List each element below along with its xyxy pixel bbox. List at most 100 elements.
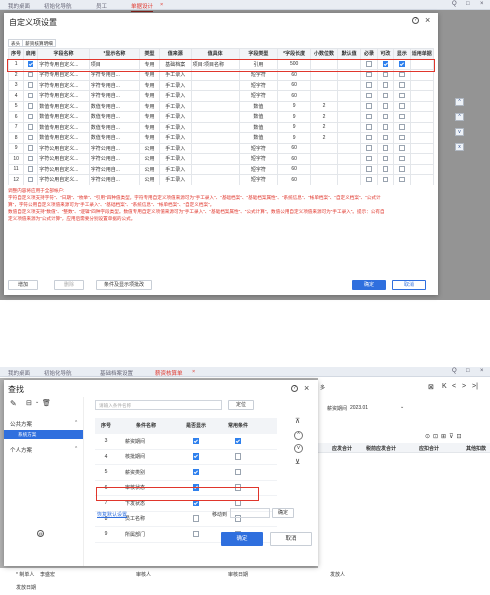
show-checkbox[interactable] — [192, 499, 200, 507]
source-cell[interactable]: 手工录入 — [159, 153, 192, 165]
detail-cell[interactable] — [190, 163, 240, 175]
move-confirm-button[interactable]: 确定 — [272, 508, 294, 518]
default-cell[interactable] — [336, 69, 362, 81]
enable-checkbox[interactable] — [27, 82, 34, 88]
condition-search[interactable]: 请输入条件名称 — [95, 400, 222, 410]
dropdown-icon[interactable]: ⌄ — [35, 399, 39, 405]
common-checkbox[interactable] — [234, 484, 242, 491]
apply-cell[interactable] — [409, 142, 434, 154]
edit-icon[interactable]: ✎ — [10, 399, 17, 408]
length-cell[interactable]: 60 — [277, 69, 312, 81]
default-cell[interactable] — [336, 111, 362, 123]
editable-checkbox[interactable] — [382, 166, 389, 172]
length-cell[interactable]: 9 — [277, 100, 312, 112]
decimal-cell[interactable] — [310, 153, 338, 165]
default-cell[interactable] — [336, 90, 362, 102]
help-icon[interactable]: ? — [412, 17, 419, 24]
display-name[interactable]: 字符公用自... — [88, 142, 141, 154]
restore-defaults-link[interactable]: 恢复默认设置 — [97, 511, 127, 518]
display-name[interactable]: 数值专用自... — [88, 111, 141, 123]
field-type-cell[interactable]: 数值 — [238, 132, 279, 144]
enable-checkbox[interactable] — [27, 134, 34, 141]
table-row[interactable]: 8 数值专用自定义... 数值专用自... 专用 手工录入 数值 9 2 — [8, 132, 434, 144]
detail-cell[interactable] — [190, 132, 240, 144]
show-checkbox[interactable] — [192, 468, 200, 476]
apply-cell[interactable] — [409, 100, 434, 112]
settings-icon[interactable]: @ — [37, 530, 44, 537]
common-checkbox[interactable] — [234, 499, 242, 507]
display-name[interactable]: 字符公用自... — [88, 153, 141, 165]
required-checkbox[interactable] — [366, 113, 372, 120]
pager-prev-icon[interactable]: K — [442, 383, 447, 390]
decimal-cell[interactable]: 2 — [310, 111, 338, 123]
length-cell[interactable]: 60 — [277, 142, 312, 154]
show-checkbox[interactable] — [399, 155, 405, 162]
display-name[interactable]: 字符专用自... — [88, 79, 141, 91]
tab-employee[interactable]: 员工 — [96, 2, 107, 10]
field-type-cell[interactable]: 短字符 — [238, 163, 279, 175]
move-down-icon[interactable]: v — [294, 444, 303, 453]
source-cell[interactable]: 手工录入 — [159, 79, 192, 91]
apply-cell[interactable] — [409, 163, 434, 175]
editable-checkbox[interactable] — [382, 134, 389, 141]
length-cell[interactable]: 60 — [277, 90, 312, 102]
show-checkbox[interactable] — [399, 124, 405, 130]
detail-cell[interactable] — [190, 79, 240, 91]
column-header[interactable]: 默认值 — [336, 48, 362, 60]
table-row[interactable]: 4 字符专用自定义... 字符专用自... 专用 手工录入 短字符 60 — [8, 90, 434, 102]
find-help-icon[interactable]: ? — [291, 385, 298, 392]
column-header[interactable]: *字段长度 — [277, 48, 312, 60]
source-cell[interactable]: 手工录入 — [159, 111, 192, 123]
move-to-input[interactable] — [230, 508, 270, 518]
field-type-cell[interactable]: 短字符 — [238, 90, 279, 102]
apply-cell[interactable] — [409, 58, 434, 70]
length-cell[interactable]: 500 — [277, 58, 312, 70]
period-value[interactable]: 2023.01 — [350, 405, 368, 411]
show-checkbox[interactable] — [399, 61, 405, 67]
required-checkbox[interactable] — [366, 145, 372, 151]
show-checkbox[interactable] — [192, 515, 200, 522]
save-icon[interactable]: ⊟ — [26, 399, 32, 407]
editable-checkbox[interactable] — [382, 176, 389, 183]
length-cell[interactable]: 9 — [277, 111, 312, 123]
required-checkbox[interactable] — [366, 176, 372, 183]
pager-back-icon[interactable]: < — [452, 383, 456, 390]
column-header[interactable]: *显示名称 — [88, 48, 141, 60]
common-checkbox[interactable] — [234, 468, 242, 476]
column-header[interactable]: 值具体 — [190, 48, 240, 60]
field-type-cell[interactable]: 短字符 — [238, 69, 279, 81]
detail-cell[interactable]: 项目:项目名称 — [190, 58, 240, 70]
apply-cell[interactable] — [409, 174, 434, 185]
move-bottom-icon[interactable]: ⊻ — [295, 458, 300, 466]
scroll-down-icon[interactable]: v — [455, 128, 464, 136]
tab-close-icon-2[interactable]: × — [192, 369, 195, 375]
field-type-cell[interactable]: 引用 — [238, 58, 279, 70]
apply-cell[interactable] — [409, 132, 434, 144]
enable-checkbox[interactable] — [27, 145, 34, 151]
detail-cell[interactable] — [190, 121, 240, 133]
field-type-cell[interactable]: 数值 — [238, 121, 279, 133]
length-cell[interactable]: 9 — [277, 121, 312, 133]
column-header[interactable]: 显示 — [393, 48, 411, 60]
default-cell[interactable] — [336, 79, 362, 91]
tab-my-desktop[interactable]: 我的桌面 — [8, 2, 30, 10]
decimal-cell[interactable] — [310, 79, 338, 91]
table-row[interactable]: 2 字符专用自定义... 字符专用自... 专用 手工录入 短字符 60 — [8, 69, 434, 81]
default-cell[interactable] — [336, 58, 362, 70]
source-cell[interactable]: 基础档案 — [159, 58, 192, 70]
display-name[interactable]: 字符公用自... — [88, 163, 141, 175]
decimal-cell[interactable] — [310, 142, 338, 154]
table-row[interactable]: 5 数值专用自定义... 数值专用自... 专用 手工录入 数值 9 2 — [8, 100, 434, 112]
show-checkbox[interactable] — [399, 176, 405, 183]
column-header[interactable]: 必录 — [360, 48, 378, 60]
default-cell[interactable] — [336, 174, 362, 185]
close-icon[interactable]: × — [480, 1, 484, 7]
column-header[interactable]: 字段类型 — [238, 48, 279, 60]
public-plans[interactable]: 公共方案 — [10, 420, 32, 428]
decimal-cell[interactable] — [310, 58, 338, 70]
field-type-cell[interactable]: 短字符 — [238, 153, 279, 165]
delete-button[interactable]: 删除 — [54, 280, 84, 290]
search-icon[interactable]: Q — [452, 1, 457, 7]
column-header[interactable]: 字段名称 — [37, 48, 90, 60]
column-header[interactable]: 适用单据 — [409, 48, 434, 60]
